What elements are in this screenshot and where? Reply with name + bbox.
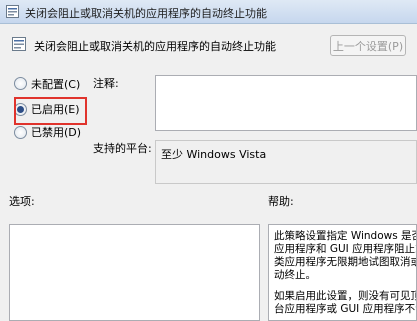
help-line: 如果启用此设置，则没有可见顶 xyxy=(274,290,417,302)
policy-header: 关闭会阻止或取消关机的应用程序的自动终止功能 上一个设置(P) xyxy=(0,24,417,66)
previous-setting-button[interactable]: 上一个设置(P) xyxy=(330,35,406,56)
comment-field[interactable] xyxy=(155,75,417,131)
supported-on-value: 至少 Windows Vista xyxy=(161,148,267,161)
radio-not-configured-label[interactable]: 未配置(C) xyxy=(31,76,80,92)
help-line: 此策略设置指定 Windows 是否 xyxy=(274,230,417,242)
window-titlebar: 关闭会阻止或取消关机的应用程序的自动终止功能 xyxy=(0,0,417,24)
help-line xyxy=(274,282,416,290)
options-panel[interactable] xyxy=(9,224,260,321)
policy-setting-icon xyxy=(6,5,19,18)
policy-setting-icon xyxy=(12,37,26,51)
policy-name: 关闭会阻止或取消关机的应用程序的自动终止功能 xyxy=(34,40,276,53)
help-line: 应用程序和 GUI 应用程序阻止或 xyxy=(274,243,417,255)
radio-disabled[interactable] xyxy=(14,126,27,139)
radio-disabled-label[interactable]: 已禁用(D) xyxy=(31,124,81,140)
comment-label: 注释: xyxy=(93,77,119,90)
radio-not-configured[interactable] xyxy=(14,77,27,90)
help-label: 帮助: xyxy=(268,195,294,208)
supported-on-label: 支持的平台: xyxy=(93,142,152,155)
options-label: 选项: xyxy=(9,195,35,208)
window-title: 关闭会阻止或取消关机的应用程序的自动终止功能 xyxy=(25,7,267,20)
help-panel[interactable]: 此策略设置指定 Windows 是否 应用程序和 GUI 应用程序阻止或 类应用… xyxy=(268,224,417,321)
help-line: 台应用程序或 GUI 应用程序不会 xyxy=(274,303,417,315)
help-text: 此策略设置指定 Windows 是否 应用程序和 GUI 应用程序阻止或 类应用… xyxy=(274,230,417,316)
help-line: 类应用程序无限期地试图取消或 xyxy=(274,256,417,268)
supported-on-field: 至少 Windows Vista xyxy=(155,140,417,184)
enabled-highlight-annotation xyxy=(14,97,87,125)
help-line: 动终止。 xyxy=(274,269,316,281)
